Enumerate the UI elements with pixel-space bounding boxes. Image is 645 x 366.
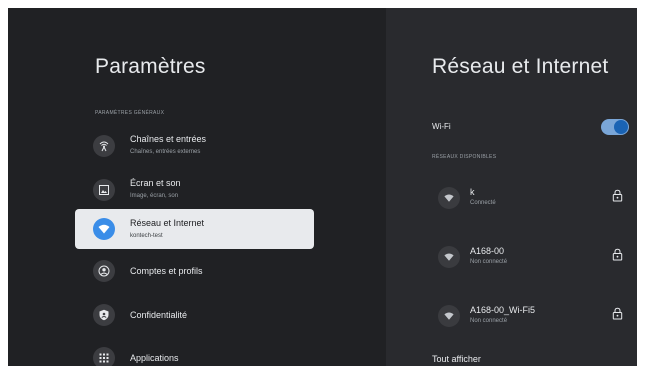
lock-icon [612,189,623,207]
wifi-toggle[interactable] [601,119,629,135]
menu-item-accounts-profiles[interactable]: Comptes et profils [75,251,314,291]
menu-item-privacy[interactable]: Confidentialité [75,295,314,335]
wifi-signal-icon [438,187,460,209]
tv-settings-screen: Paramètres PARAMÈTRES GÉNÉRAUX Chaînes e… [8,8,637,366]
menu-item-label: Comptes et profils [130,266,203,276]
network-item[interactable]: A168-00 Non connecté [430,242,630,272]
network-status: Connecté [470,200,496,206]
show-all-link[interactable]: Tout afficher [432,354,481,364]
menu-item-network-internet[interactable]: Réseau et Internet kontech-test [75,209,314,249]
network-name: k [470,187,475,197]
network-name: A168-00 [470,246,505,256]
menu-item-label: Écran et son [130,178,181,188]
account-icon [93,260,115,282]
shield-icon [93,304,115,326]
menu-item-label: Confidentialité [130,310,188,320]
lock-icon [612,307,623,325]
settings-title: Paramètres [95,55,206,78]
available-networks-header: RÉSEAUX DISPONIBLES [432,154,497,160]
network-panel-title: Réseau et Internet [432,55,609,78]
network-status: Non connecté [470,259,508,265]
network-name: A168-00_Wi-Fi5 [470,305,536,315]
general-settings-header: PARAMÈTRES GÉNÉRAUX [95,110,165,116]
wifi-label: Wi-Fi [432,122,451,131]
menu-item-subtitle: Chaînes, entrées externes [130,149,201,155]
menu-item-subtitle: Image, écran, son [130,193,179,199]
wifi-signal-icon [438,246,460,268]
apps-grid-icon [93,347,115,366]
network-status: Non connecté [470,318,508,324]
menu-item-subtitle: kontech-test [130,233,163,239]
network-item[interactable]: A168-00_Wi-Fi5 Non connecté [430,301,630,331]
wifi-icon [93,218,115,240]
wifi-signal-icon [438,305,460,327]
menu-item-channels-inputs[interactable]: Chaînes et entrées Chaînes, entrées exte… [75,126,314,166]
menu-item-applications[interactable]: Applications [75,338,314,366]
lock-icon [612,248,623,266]
menu-item-label: Applications [130,353,179,363]
network-item[interactable]: k Connecté [430,183,630,213]
menu-item-label: Chaînes et entrées [130,134,207,144]
image-icon [93,179,115,201]
settings-panel: Paramètres PARAMÈTRES GÉNÉRAUX Chaînes e… [8,8,386,366]
menu-item-label: Réseau et Internet [130,218,205,228]
menu-item-display-sound[interactable]: Écran et son Image, écran, son [75,170,314,210]
toggle-knob [614,120,628,134]
antenna-icon [93,135,115,157]
